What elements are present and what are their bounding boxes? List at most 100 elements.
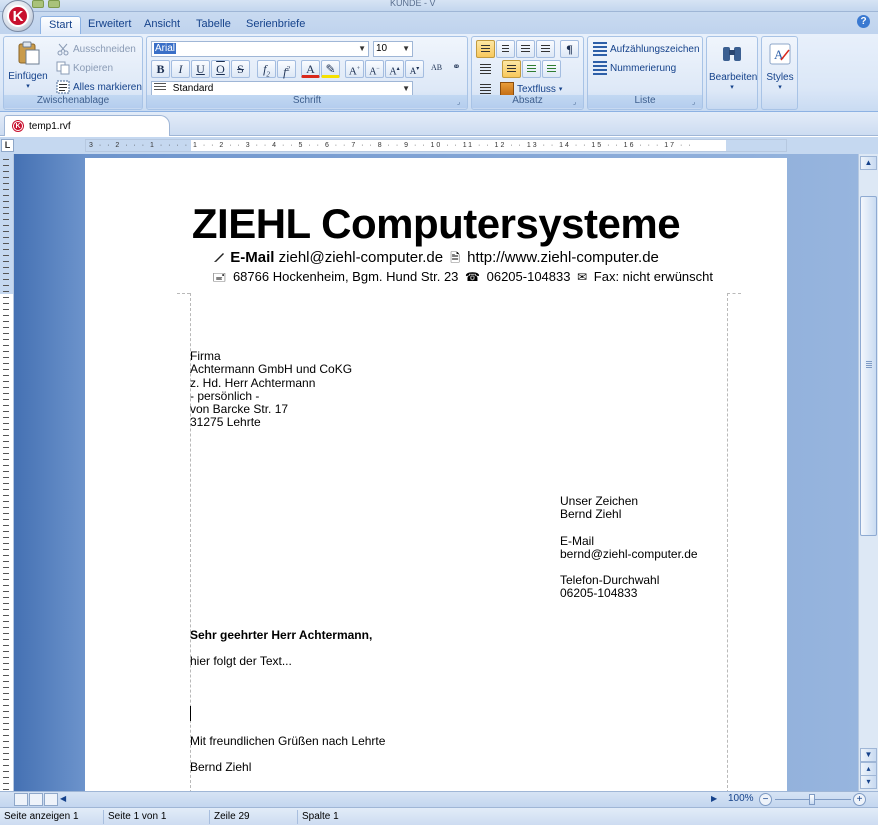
company-email: ziehl@ziehl-computer.de bbox=[278, 249, 444, 266]
sort-icon bbox=[480, 84, 491, 94]
bullets-button[interactable]: Aufzählungszeichen bbox=[593, 40, 700, 58]
font-dialog-launcher[interactable]: ⌟ bbox=[457, 99, 465, 107]
italic-button[interactable]: I bbox=[171, 60, 190, 78]
link-icon[interactable]: ⚭ bbox=[447, 60, 466, 78]
quick-access-toolbar[interactable] bbox=[32, 0, 60, 10]
email-label: E-Mail bbox=[230, 249, 275, 266]
scissors-icon bbox=[57, 43, 69, 56]
paste-button[interactable]: Einfügen ▾ bbox=[6, 40, 50, 90]
underline-button[interactable]: U bbox=[191, 60, 210, 78]
subscript-button[interactable]: f2 bbox=[257, 60, 276, 78]
scroll-left-button[interactable]: ◀ bbox=[60, 794, 66, 803]
show-marks-button[interactable]: ¶ bbox=[560, 40, 579, 58]
styles-button[interactable]: A Styles ▾ bbox=[764, 41, 796, 91]
binoculars-icon bbox=[723, 47, 741, 61]
highlight-button[interactable]: ✎ bbox=[321, 60, 340, 78]
document-page[interactable]: ZIEHL Computersysteme E-Mail ziehl@ziehl… bbox=[85, 158, 787, 798]
list-group-label: Liste bbox=[588, 95, 702, 108]
salutation: Sehr geehrter Herr Achtermann, bbox=[190, 628, 373, 642]
numbering-button[interactable]: Nummerierung bbox=[593, 59, 676, 77]
font-size-select[interactable]: 10 ▼ bbox=[373, 41, 413, 57]
app-menu-button[interactable]: K bbox=[2, 0, 34, 32]
horizontal-ruler-area: L 3 · · 2 · · · 1 · · · · 1 · · 2 · · 3 … bbox=[0, 137, 878, 154]
superscript-button[interactable]: f2 bbox=[277, 60, 296, 79]
tab-stop-selector[interactable]: L bbox=[1, 139, 14, 152]
font-color-button[interactable]: A bbox=[301, 60, 320, 78]
margin-guide-right bbox=[727, 293, 728, 798]
scroll-right-button[interactable]: ▶ bbox=[711, 794, 717, 803]
copy-icon bbox=[56, 61, 70, 75]
shrink-font-step-button[interactable]: A▾ bbox=[405, 60, 424, 78]
view-bar: ◀ ▶ 100% − + bbox=[0, 791, 878, 807]
document-icon: 🗎 bbox=[450, 251, 460, 265]
line-spacing-icon bbox=[480, 64, 491, 74]
zoom-level[interactable]: 100% bbox=[728, 793, 754, 804]
horizontal-ruler[interactable]: 3 · · 2 · · · 1 · · · · 1 · · 2 · · 3 · … bbox=[85, 139, 787, 152]
indent-button[interactable] bbox=[502, 60, 521, 78]
paragraph-dialog-launcher[interactable]: ⌟ bbox=[573, 99, 581, 107]
zoom-out-button[interactable]: − bbox=[759, 793, 772, 806]
strikethrough-button[interactable]: S bbox=[231, 60, 250, 78]
styles-group: A Styles ▾ bbox=[761, 36, 798, 110]
align-left-button[interactable] bbox=[476, 40, 495, 58]
scroll-down-button[interactable]: ▼ bbox=[860, 748, 877, 762]
select-all-button[interactable]: Alles markieren bbox=[56, 78, 142, 96]
grow-font-button[interactable]: A+ bbox=[345, 60, 364, 78]
zoom-slider-handle[interactable] bbox=[809, 794, 815, 805]
chevron-down-icon: ▼ bbox=[402, 44, 410, 53]
shrink-font-button[interactable]: A− bbox=[365, 60, 384, 78]
overline-button[interactable]: O bbox=[211, 60, 230, 78]
vertical-ruler[interactable] bbox=[0, 154, 14, 791]
increase-indent-button[interactable] bbox=[542, 60, 561, 78]
font-group: Arial ▼ 10 ▼ B I U O S f2 f2 A ✎ A+ A− A… bbox=[146, 36, 468, 110]
decrease-indent-button[interactable] bbox=[522, 60, 541, 78]
font-name-select[interactable]: Arial ▼ bbox=[151, 41, 369, 57]
status-page: Seite 1 von 1 bbox=[104, 810, 210, 824]
scrollbar-thumb[interactable] bbox=[860, 196, 877, 536]
change-case-button[interactable]: AB bbox=[427, 60, 446, 78]
clipboard-group: Einfügen ▾ Ausschneiden Kopieren Alles m… bbox=[3, 36, 143, 110]
edit-button[interactable]: Bearbeiten ▾ bbox=[709, 41, 757, 91]
justify-button[interactable] bbox=[536, 40, 555, 58]
tab-start[interactable]: Start bbox=[40, 16, 82, 34]
align-right-button[interactable] bbox=[516, 40, 535, 58]
tab-erweitert[interactable]: Erweitert bbox=[80, 16, 139, 34]
body-text: hier folgt der Text... bbox=[190, 654, 292, 668]
cut-button[interactable]: Ausschneiden bbox=[56, 40, 136, 58]
edit-group: Bearbeiten ▾ bbox=[706, 36, 758, 110]
line-spacing-button[interactable] bbox=[476, 60, 495, 78]
app-logo-icon: K bbox=[7, 5, 29, 27]
address-card-icon: 🖃 bbox=[212, 270, 227, 284]
help-icon[interactable]: ? bbox=[857, 15, 870, 28]
chevron-down-icon: ▾ bbox=[558, 86, 563, 93]
vertical-scrollbar[interactable]: ▲ ▼ ▴ ▾ bbox=[858, 154, 878, 791]
normal-view-icon[interactable] bbox=[14, 793, 28, 806]
grow-font-step-button[interactable]: A▴ bbox=[385, 60, 404, 78]
font-group-label: Schrift bbox=[147, 95, 467, 108]
svg-text:A: A bbox=[774, 47, 784, 62]
company-heading: ZIEHL Computersysteme bbox=[191, 200, 681, 247]
tab-ansicht[interactable]: Ansicht bbox=[136, 16, 188, 34]
ribbon-tabs: Start Erweitert Ansicht Tabelle Serienbr… bbox=[0, 12, 878, 34]
company-phone: 06205-104833 bbox=[486, 269, 571, 284]
highlighter-icon: ✎ bbox=[325, 62, 336, 76]
previous-page-button[interactable]: ▴ bbox=[860, 762, 877, 776]
zoom-in-button[interactable]: + bbox=[853, 793, 866, 806]
page-view-icon[interactable] bbox=[29, 793, 43, 806]
tab-tabelle[interactable]: Tabelle bbox=[188, 16, 239, 34]
title-bar: KUNDE - V bbox=[0, 0, 878, 12]
company-fax: Fax: nicht erwünscht bbox=[593, 269, 713, 284]
phone-icon: ☎ bbox=[465, 270, 480, 284]
tab-serienbriefe[interactable]: Serienbriefe bbox=[238, 16, 313, 34]
align-center-button[interactable] bbox=[496, 40, 515, 58]
list-dialog-launcher[interactable]: ⌟ bbox=[692, 99, 700, 107]
chevron-down-icon: ▼ bbox=[402, 84, 410, 93]
document-tab[interactable]: K temp1.rvf bbox=[4, 115, 170, 136]
next-page-button[interactable]: ▾ bbox=[860, 775, 877, 789]
bold-button[interactable]: B bbox=[151, 60, 170, 78]
copy-button[interactable]: Kopieren bbox=[56, 59, 113, 77]
contact-line-email-web: E-Mail ziehl@ziehl-computer.de 🗎 http://… bbox=[85, 249, 787, 270]
scroll-up-button[interactable]: ▲ bbox=[860, 156, 877, 170]
indent-icon bbox=[507, 65, 516, 73]
web-view-icon[interactable] bbox=[44, 793, 58, 806]
